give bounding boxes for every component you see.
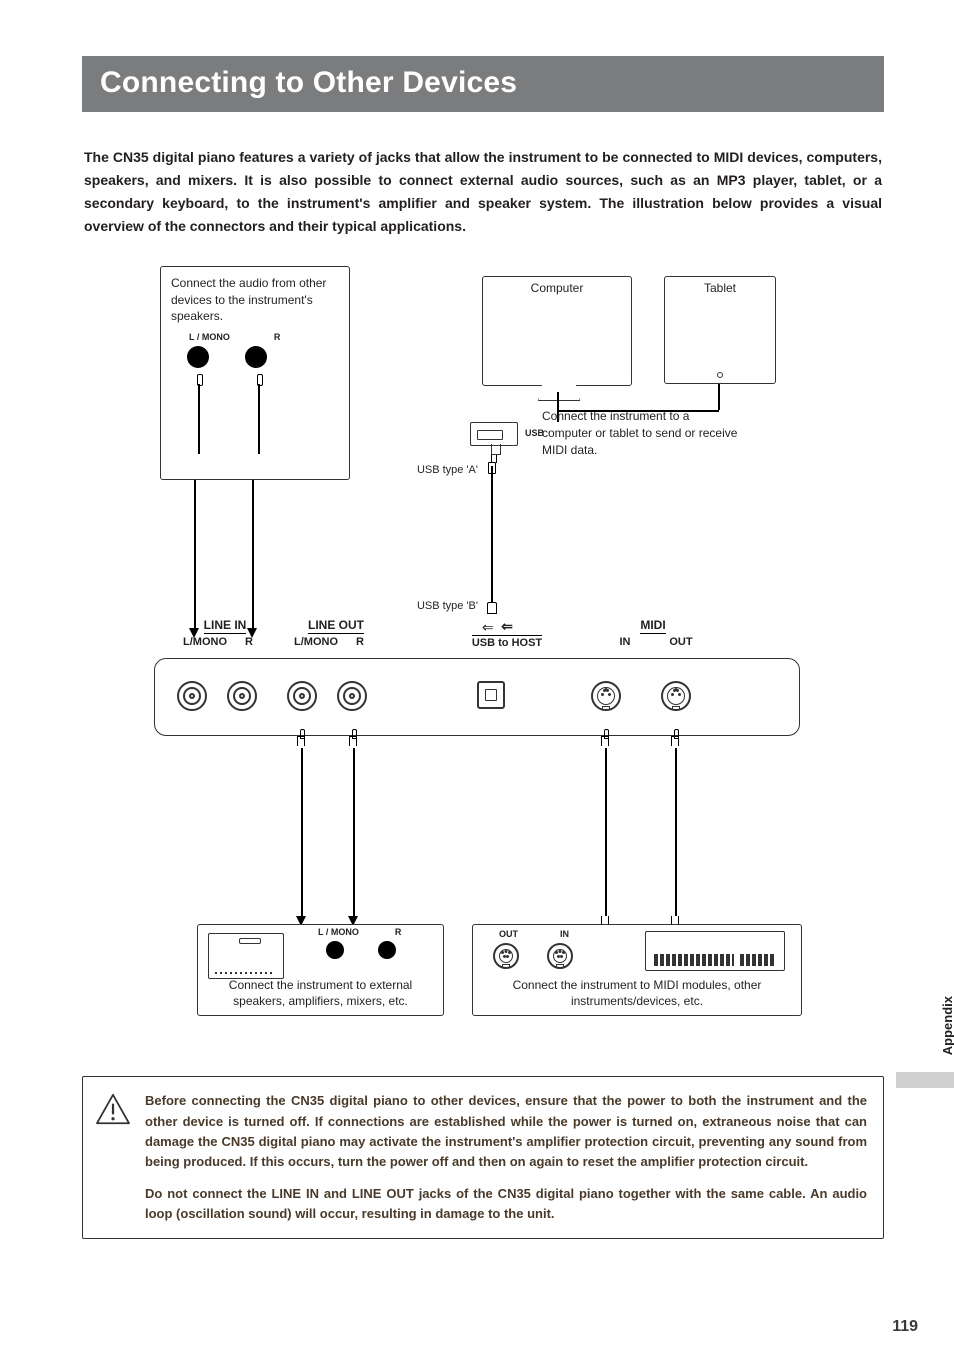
midi-din-icon bbox=[493, 943, 519, 969]
computer-icon: Computer bbox=[482, 276, 632, 386]
linein-source-text: Connect the audio from other devices to … bbox=[171, 275, 339, 324]
connection-diagram: Connect the audio from other devices to … bbox=[82, 266, 884, 1046]
usb-b-jack-icon bbox=[477, 681, 505, 709]
linein-l-label: L / MONO bbox=[189, 332, 230, 342]
plug-top-icon bbox=[601, 736, 609, 746]
intro-paragraph: The CN35 digital piano features a variet… bbox=[82, 146, 884, 238]
panel-lineout-title: LINE OUT bbox=[308, 618, 364, 634]
usb-description: Connect the instrument to a computer or … bbox=[542, 408, 742, 458]
warning-p1: Before connecting the CN35 digital piano… bbox=[145, 1091, 867, 1172]
quarter-inch-jack-icon bbox=[177, 681, 207, 711]
panel-midi-in: IN bbox=[597, 636, 653, 648]
phono-jack-icon bbox=[187, 346, 209, 368]
midi-din-icon bbox=[591, 681, 621, 711]
speaker-l-label: L / MONO bbox=[318, 927, 359, 937]
usb-type-a-label: USB type 'A' bbox=[417, 464, 478, 476]
plug-top-icon bbox=[671, 736, 679, 746]
usb-port-icon: USB bbox=[470, 422, 518, 446]
cable-icon bbox=[605, 748, 607, 916]
linein-source-box: Connect the audio from other devices to … bbox=[160, 266, 350, 480]
phono-jack-icon bbox=[378, 941, 396, 959]
cable-icon bbox=[353, 748, 355, 916]
jack-panel bbox=[154, 658, 800, 736]
speaker-r-label: R bbox=[395, 927, 402, 937]
section-title: Connecting to Other Devices bbox=[100, 66, 866, 100]
warning-p2: Do not connect the LINE IN and LINE OUT … bbox=[145, 1184, 867, 1224]
cable-icon bbox=[194, 480, 196, 628]
cable-icon bbox=[675, 748, 677, 916]
panel-midi-out: OUT bbox=[653, 636, 709, 648]
side-tab-label: Appendix bbox=[940, 996, 954, 1055]
linein-r-label: R bbox=[274, 332, 281, 342]
cable-icon bbox=[718, 384, 720, 410]
quarter-inch-jack-icon bbox=[227, 681, 257, 711]
panel-usb-title: USB to HOST bbox=[472, 635, 542, 649]
quarter-inch-jack-icon bbox=[337, 681, 367, 711]
tablet-label: Tablet bbox=[665, 281, 775, 295]
audio-plug-icon bbox=[255, 374, 263, 454]
midi-device-box: OUT IN Connect the instrument to MIDI mo… bbox=[472, 924, 802, 1016]
usb-cable-icon: USB type 'A' USB type 'B' bbox=[484, 454, 500, 614]
panel-lineout-r: R bbox=[340, 636, 380, 648]
midi-box-text: Connect the instrument to MIDI modules, … bbox=[483, 978, 791, 1009]
midi-din-icon bbox=[547, 943, 573, 969]
midi-out-label: OUT bbox=[499, 929, 518, 939]
panel-linein-l: L/MONO bbox=[181, 636, 229, 648]
quarter-inch-jack-icon bbox=[287, 681, 317, 711]
warning-box: Before connecting the CN35 digital piano… bbox=[82, 1076, 884, 1239]
usb-b-plug-icon bbox=[487, 602, 497, 614]
side-tab-rule bbox=[896, 1072, 954, 1088]
tablet-icon: Tablet bbox=[664, 276, 776, 384]
warning-icon bbox=[95, 1093, 131, 1125]
panel-midi-title: MIDI bbox=[640, 618, 665, 634]
audio-plug-icon bbox=[195, 374, 203, 454]
speaker-device-box: L / MONO R Connect the instrument to ext… bbox=[197, 924, 444, 1016]
panel-linein-title: LINE IN bbox=[204, 618, 247, 634]
cable-icon bbox=[301, 748, 303, 916]
phono-jack-icon bbox=[326, 941, 344, 959]
panel-labels: LINE IN L/MONOR LINE OUT L/MONOR ⇐ USB t… bbox=[154, 618, 800, 658]
page-number: 119 bbox=[892, 1318, 918, 1336]
mixer-device-icon bbox=[208, 933, 284, 979]
panel-linein-r: R bbox=[229, 636, 269, 648]
phono-jack-icon bbox=[245, 346, 267, 368]
panel-lineout-l: L/MONO bbox=[292, 636, 340, 648]
midi-din-icon bbox=[661, 681, 691, 711]
plug-top-icon bbox=[297, 736, 305, 746]
midi-in-label: IN bbox=[560, 929, 569, 939]
midi-module-icon bbox=[645, 931, 785, 971]
cable-icon bbox=[252, 480, 254, 628]
speaker-box-text: Connect the instrument to external speak… bbox=[208, 978, 433, 1009]
plug-top-icon bbox=[349, 736, 357, 746]
usb-type-b-label: USB type 'B' bbox=[417, 600, 478, 612]
section-title-bar: Connecting to Other Devices bbox=[82, 56, 884, 112]
computer-label: Computer bbox=[483, 281, 631, 295]
